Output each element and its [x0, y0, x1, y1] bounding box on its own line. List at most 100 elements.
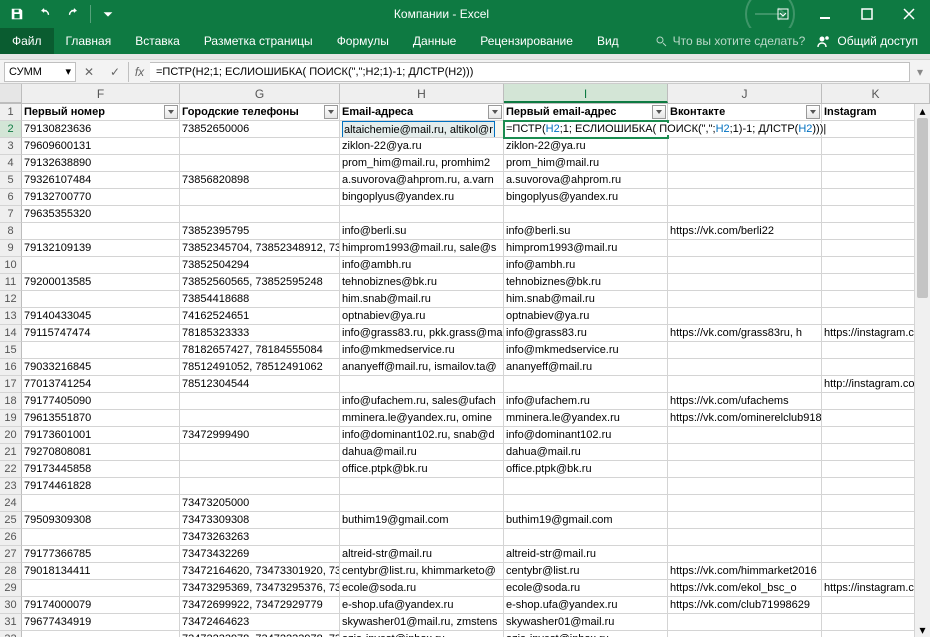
cell-F11[interactable]: 79200013585 [22, 274, 180, 291]
cell-H6[interactable]: bingoplyus@yandex.ru [340, 189, 504, 206]
cell-J20[interactable] [668, 427, 822, 444]
cell-G5[interactable]: 73856820898 [180, 172, 340, 189]
tab-главная[interactable]: Главная [54, 28, 124, 54]
cell-F22[interactable]: 79173445858 [22, 461, 180, 478]
cell-G2[interactable]: 73852650006 [180, 121, 340, 138]
row-header-20[interactable]: 20 [0, 427, 22, 444]
row-header-18[interactable]: 18 [0, 393, 22, 410]
cell-H27[interactable]: altreid-str@mail.ru [340, 546, 504, 563]
cell-I8[interactable]: info@berli.su [504, 223, 668, 240]
column-header-I[interactable]: I [504, 84, 668, 103]
cell-I24[interactable] [504, 495, 668, 512]
cell-J17[interactable] [668, 376, 822, 393]
cell-J14[interactable]: https://vk.com/grass83ru, h [668, 325, 822, 342]
cell-G20[interactable]: 73472999490 [180, 427, 340, 444]
cell-J13[interactable] [668, 308, 822, 325]
cell-J12[interactable] [668, 291, 822, 308]
cell-J4[interactable] [668, 155, 822, 172]
cell-F26[interactable] [22, 529, 180, 546]
cell-F14[interactable]: 79115747474 [22, 325, 180, 342]
cell-H5[interactable]: a.suvorova@ahprom.ru, a.varn [340, 172, 504, 189]
cell-F29[interactable] [22, 580, 180, 597]
confirm-formula-icon[interactable]: ✓ [102, 62, 128, 82]
table-header-J[interactable]: Вконтакте [668, 104, 822, 121]
cell-I14[interactable]: info@grass83.ru [504, 325, 668, 342]
cell-H8[interactable]: info@berli.su [340, 223, 504, 240]
maximize-icon[interactable] [846, 0, 888, 28]
cell-H2[interactable]: altaichemie@mail.ru, altikol@r [340, 121, 504, 138]
cell-J25[interactable] [668, 512, 822, 529]
cell-J18[interactable]: https://vk.com/ufachems [668, 393, 822, 410]
row-header-27[interactable]: 27 [0, 546, 22, 563]
tab-file[interactable]: Файл [0, 28, 54, 54]
cell-H17[interactable] [340, 376, 504, 393]
cell-F4[interactable]: 79132638890 [22, 155, 180, 172]
cell-I12[interactable]: him.snab@mail.ru [504, 291, 668, 308]
cell-J10[interactable] [668, 257, 822, 274]
cell-I22[interactable]: office.ptpk@bk.ru [504, 461, 668, 478]
scroll-down-icon[interactable]: ▾ [915, 623, 930, 637]
cell-I4[interactable]: prom_him@mail.ru [504, 155, 668, 172]
vertical-scrollbar[interactable]: ▴ ▾ [914, 104, 930, 637]
cell-F32[interactable] [22, 631, 180, 637]
scrollbar-thumb[interactable] [917, 118, 928, 298]
cell-H20[interactable]: info@dominant102.ru, snab@d [340, 427, 504, 444]
cell-H10[interactable]: info@ambh.ru [340, 257, 504, 274]
cell-I10[interactable]: info@ambh.ru [504, 257, 668, 274]
undo-icon[interactable] [32, 2, 58, 26]
close-icon[interactable] [888, 0, 930, 28]
formula-expand-icon[interactable]: ▾ [910, 65, 930, 79]
cell-J19[interactable]: https://vk.com/ominerelclub91887353 [668, 410, 822, 427]
cell-H30[interactable]: e-shop.ufa@yandex.ru [340, 597, 504, 614]
cell-G26[interactable]: 73473263263 [180, 529, 340, 546]
save-icon[interactable] [4, 2, 30, 26]
row-header-24[interactable]: 24 [0, 495, 22, 512]
cell-H22[interactable]: office.ptpk@bk.ru [340, 461, 504, 478]
cell-F21[interactable]: 79270808081 [22, 444, 180, 461]
cell-H11[interactable]: tehnobiznes@bk.ru [340, 274, 504, 291]
tab-данные[interactable]: Данные [401, 28, 468, 54]
cell-F18[interactable]: 79177405090 [22, 393, 180, 410]
cell-I23[interactable] [504, 478, 668, 495]
cell-H25[interactable]: buthim19@gmail.com [340, 512, 504, 529]
scroll-up-icon[interactable]: ▴ [915, 104, 930, 118]
cell-J23[interactable] [668, 478, 822, 495]
cell-G24[interactable]: 73473205000 [180, 495, 340, 512]
row-header-23[interactable]: 23 [0, 478, 22, 495]
cell-G22[interactable] [180, 461, 340, 478]
cell-G18[interactable] [180, 393, 340, 410]
tell-me-search[interactable]: Что вы хотите сделать? [655, 34, 806, 48]
cell-F3[interactable]: 79609600131 [22, 138, 180, 155]
cell-I28[interactable]: centybr@list.ru [504, 563, 668, 580]
cell-G31[interactable]: 73472464623 [180, 614, 340, 631]
row-header-11[interactable]: 11 [0, 274, 22, 291]
row-header-10[interactable]: 10 [0, 257, 22, 274]
tab-рецензирование[interactable]: Рецензирование [468, 28, 585, 54]
cell-I2[interactable]: =ПСТР(H2;1; ЕСЛИОШИБКА( ПОИСК(",";H2;1)-… [504, 121, 668, 138]
column-header-F[interactable]: F [22, 84, 180, 103]
row-header-12[interactable]: 12 [0, 291, 22, 308]
cell-I7[interactable] [504, 206, 668, 223]
cell-H3[interactable]: ziklon-22@ya.ru [340, 138, 504, 155]
cell-G6[interactable] [180, 189, 340, 206]
cell-I25[interactable]: buthim19@gmail.com [504, 512, 668, 529]
cell-I29[interactable]: ecole@soda.ru [504, 580, 668, 597]
cell-J16[interactable] [668, 359, 822, 376]
cell-H23[interactable] [340, 478, 504, 495]
cell-G8[interactable]: 73852395795 [180, 223, 340, 240]
qat-customize-icon[interactable] [95, 2, 121, 26]
tab-разметка-страницы[interactable]: Разметка страницы [192, 28, 325, 54]
cell-J30[interactable]: https://vk.com/club71998629 [668, 597, 822, 614]
share-button[interactable]: Общий доступ [805, 34, 930, 48]
cell-J26[interactable] [668, 529, 822, 546]
cell-J27[interactable] [668, 546, 822, 563]
cell-F10[interactable] [22, 257, 180, 274]
redo-icon[interactable] [60, 2, 86, 26]
row-header-3[interactable]: 3 [0, 138, 22, 155]
cancel-formula-icon[interactable]: ✕ [76, 62, 102, 82]
row-header-30[interactable]: 30 [0, 597, 22, 614]
cell-I32[interactable]: azia-invest@inbox.ru [504, 631, 668, 637]
cell-I31[interactable]: skywasher01@mail.ru [504, 614, 668, 631]
cell-J21[interactable] [668, 444, 822, 461]
formula-input[interactable]: =ПСТР(H2;1; ЕСЛИОШИБКА( ПОИСК(",";H2;1)-… [150, 62, 910, 82]
